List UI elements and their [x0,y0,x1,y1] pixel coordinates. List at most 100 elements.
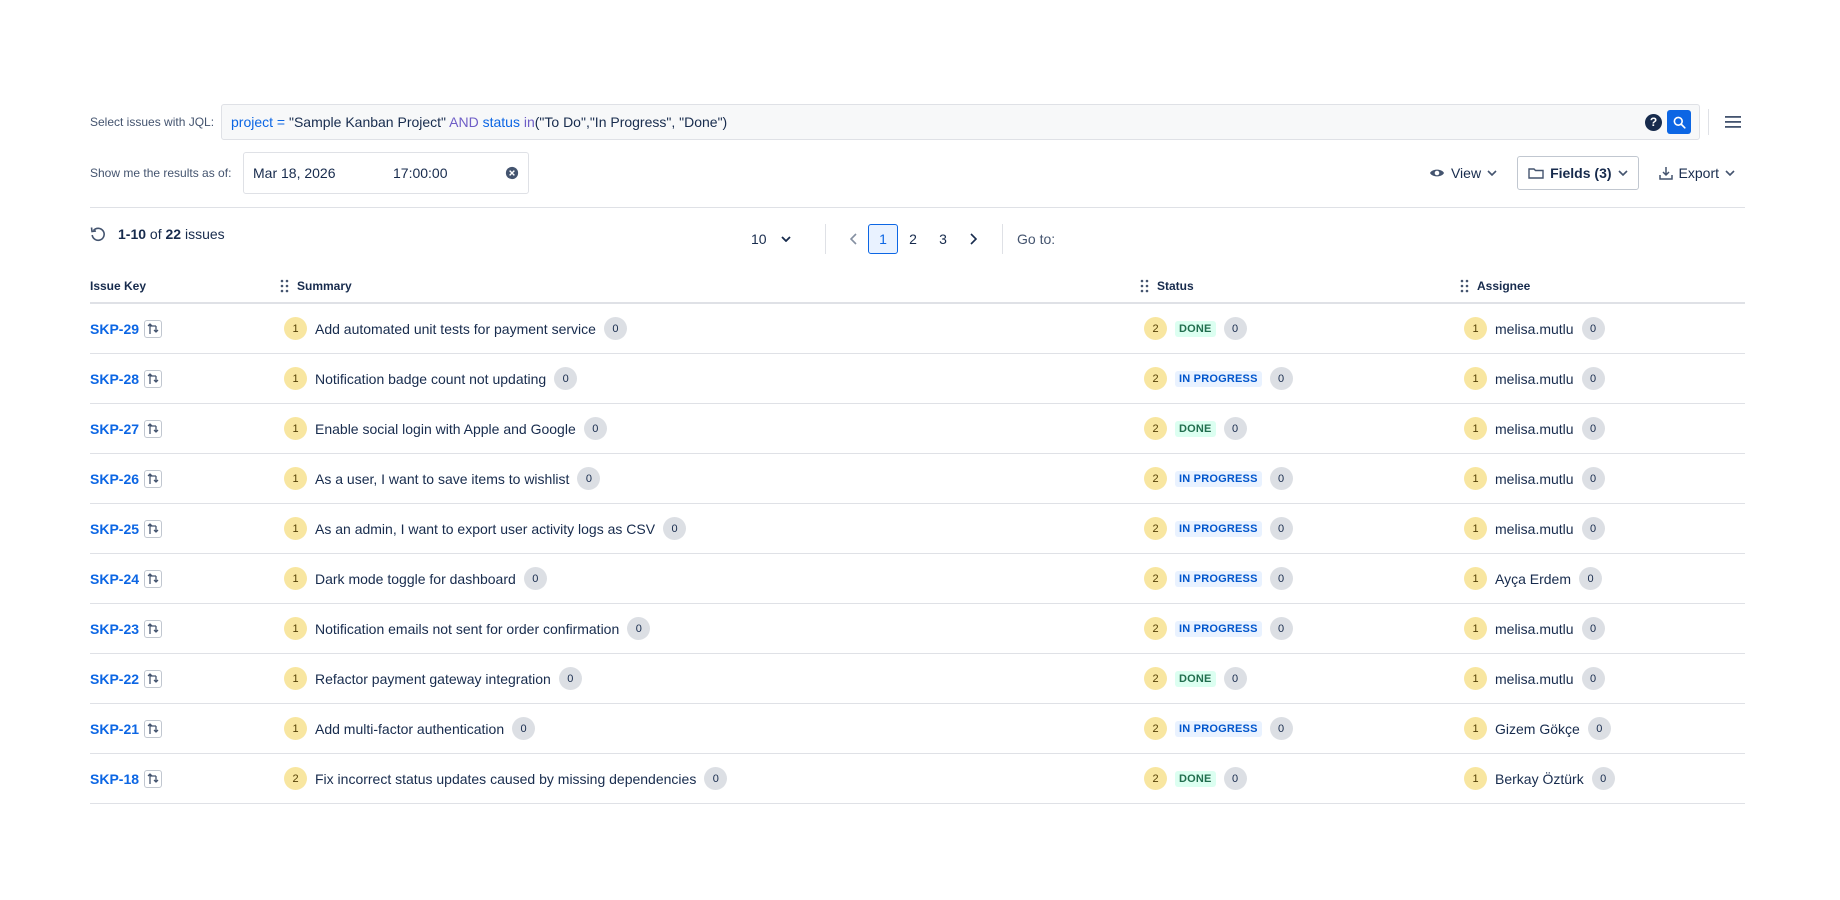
date-field[interactable]: Mar 18, 2026 [253,165,393,181]
status-version-badge[interactable]: 2 [1144,567,1167,590]
clear-icon[interactable] [505,166,519,180]
summary-version-badge[interactable]: 1 [284,567,307,590]
drag-handle-icon[interactable] [280,279,289,293]
status-count-badge[interactable]: 0 [1269,467,1293,490]
summary-count-badge[interactable]: 0 [512,717,536,740]
summary-count-badge[interactable]: 0 [523,567,547,590]
assignee-version-badge[interactable]: 1 [1464,417,1487,440]
status-count-badge[interactable]: 0 [1269,567,1293,590]
refresh-icon[interactable] [90,226,106,242]
summary-count-badge[interactable]: 0 [663,517,687,540]
summary-version-badge[interactable]: 1 [284,367,307,390]
table-row[interactable]: SKP-18 2 Fix incorrect status updates caus… [90,753,1745,804]
hierarchy-icon[interactable] [144,319,163,338]
summary-count-badge[interactable]: 0 [558,667,582,690]
issue-key-link[interactable]: SKP-18 [90,771,139,787]
status-version-badge[interactable]: 2 [1144,717,1167,740]
status-version-badge[interactable]: 2 [1144,767,1167,790]
page-2-button[interactable]: 2 [898,224,928,254]
status-version-badge[interactable]: 2 [1144,467,1167,490]
summary-version-badge[interactable]: 1 [284,617,307,640]
hierarchy-icon[interactable] [144,469,163,488]
table-row[interactable]: SKP-24 1 Dark mode toggle for dashboard 0 2 I… [90,553,1745,604]
table-row[interactable]: SKP-23 1 Notification emails not sent for … [90,603,1745,654]
issue-key-link[interactable]: SKP-21 [90,721,139,737]
table-row[interactable]: SKP-29 1 Add automated unit tests for paym… [90,303,1745,354]
assignee-version-badge[interactable]: 1 [1464,567,1487,590]
status-count-badge[interactable]: 0 [1269,517,1293,540]
column-header-summary[interactable]: Summary [280,270,1140,304]
assignee-version-badge[interactable]: 1 [1464,717,1487,740]
assignee-version-badge[interactable]: 1 [1464,467,1487,490]
jql-query-text[interactable]: project = "Sample Kanban Project" AND st… [231,114,1645,130]
summary-count-badge[interactable]: 0 [583,417,607,440]
status-version-badge[interactable]: 2 [1144,517,1167,540]
hierarchy-icon[interactable] [144,419,163,438]
hierarchy-icon[interactable] [144,519,163,538]
table-row[interactable]: SKP-26 1 As a user, I want to save items t… [90,453,1745,504]
help-icon[interactable]: ? [1645,113,1662,131]
assignee-version-badge[interactable]: 1 [1464,367,1487,390]
search-button[interactable] [1667,110,1691,134]
page-1-button[interactable]: 1 [868,224,898,254]
view-button[interactable]: View [1419,157,1507,189]
status-version-badge[interactable]: 2 [1144,317,1167,340]
hierarchy-icon[interactable] [144,769,163,788]
hierarchy-icon[interactable] [144,669,163,688]
summary-count-badge[interactable]: 0 [554,367,578,390]
assignee-version-badge[interactable]: 1 [1464,767,1487,790]
status-version-badge[interactable]: 2 [1144,367,1167,390]
hierarchy-icon[interactable] [144,369,163,388]
status-version-badge[interactable]: 2 [1144,617,1167,640]
summary-count-badge[interactable]: 0 [603,317,627,340]
issue-key-link[interactable]: SKP-28 [90,371,139,387]
summary-count-badge[interactable]: 0 [704,767,728,790]
drag-handle-icon[interactable] [1140,279,1149,293]
status-count-badge[interactable]: 0 [1223,767,1247,790]
assignee-count-badge[interactable]: 0 [1581,367,1605,390]
hierarchy-icon[interactable] [144,619,163,638]
assignee-version-badge[interactable]: 1 [1464,667,1487,690]
table-row[interactable]: SKP-21 1 Add multi-factor authentication 0 2… [90,703,1745,754]
table-row[interactable]: SKP-22 1 Refactor payment gateway integrat… [90,653,1745,704]
issue-key-link[interactable]: SKP-24 [90,571,139,587]
prev-page-button[interactable] [838,224,868,254]
status-count-badge[interactable]: 0 [1223,417,1247,440]
issue-key-link[interactable]: SKP-29 [90,321,139,337]
assignee-count-badge[interactable]: 0 [1581,517,1605,540]
table-row[interactable]: SKP-27 1 Enable social login with Apple an… [90,403,1745,454]
issue-key-link[interactable]: SKP-27 [90,421,139,437]
status-count-badge[interactable]: 0 [1223,317,1247,340]
assignee-count-badge[interactable]: 0 [1581,667,1605,690]
assignee-count-badge[interactable]: 0 [1581,617,1605,640]
table-row[interactable]: SKP-25 1 As an admin, I want to export use… [90,503,1745,554]
fields-button[interactable]: Fields (3) [1517,156,1639,190]
summary-version-badge[interactable]: 1 [284,717,307,740]
assignee-count-badge[interactable]: 0 [1587,717,1611,740]
table-row[interactable]: SKP-28 1 Notification badge count not upda… [90,353,1745,404]
column-header-assignee[interactable]: Assignee [1460,270,1745,304]
per-page-select[interactable]: 10 [751,231,801,247]
summary-version-badge[interactable]: 1 [284,417,307,440]
summary-version-badge[interactable]: 1 [284,517,307,540]
status-count-badge[interactable]: 0 [1269,617,1293,640]
page-3-button[interactable]: 3 [928,224,958,254]
assignee-version-badge[interactable]: 1 [1464,617,1487,640]
summary-version-badge[interactable]: 1 [284,667,307,690]
status-count-badge[interactable]: 0 [1269,367,1293,390]
summary-count-badge[interactable]: 0 [627,617,651,640]
status-count-badge[interactable]: 0 [1223,667,1247,690]
status-version-badge[interactable]: 2 [1144,417,1167,440]
issue-key-link[interactable]: SKP-26 [90,471,139,487]
status-count-badge[interactable]: 0 [1269,717,1293,740]
issue-key-link[interactable]: SKP-25 [90,521,139,537]
time-field[interactable]: 17:00:00 [393,165,505,181]
summary-version-badge[interactable]: 1 [284,467,307,490]
summary-version-badge[interactable]: 1 [284,317,307,340]
assignee-version-badge[interactable]: 1 [1464,517,1487,540]
hierarchy-icon[interactable] [144,569,163,588]
assignee-count-badge[interactable]: 0 [1581,317,1605,340]
status-version-badge[interactable]: 2 [1144,667,1167,690]
date-time-picker[interactable]: Mar 18, 2026 17:00:00 [243,152,529,194]
goto-label[interactable]: Go to: [1017,231,1055,247]
